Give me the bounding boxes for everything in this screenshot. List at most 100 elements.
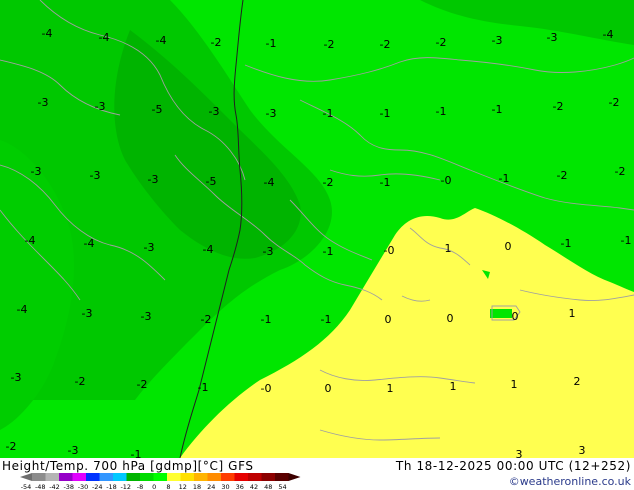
temperature-label: 1 — [511, 378, 518, 391]
temperature-label: -1 — [131, 448, 142, 458]
temperature-label: -1 — [499, 172, 510, 185]
temperature-label: -1 — [380, 176, 391, 189]
scale-arrow-left — [20, 473, 32, 481]
temperature-label: 1 — [450, 380, 457, 393]
temperature-label: -1 — [380, 107, 391, 120]
temperature-label: -5 — [152, 103, 163, 116]
temperature-label: -1 — [266, 37, 277, 50]
temperature-label: -4 — [25, 234, 36, 247]
scale-arrow-right — [288, 473, 301, 481]
temperature-label: -0 — [441, 174, 452, 187]
temperature-label: -1 — [621, 234, 632, 247]
temperature-label: -4 — [42, 27, 53, 40]
temperature-map: -4 -4 -4 -2 -1 -2 -2 -2 -3 -3 -4 -3 -3 -5 -3 -3 -1 -1 -1 -1… — [0, 0, 634, 458]
scale-color-swatch — [113, 473, 127, 481]
temperature-label: -2 — [137, 378, 148, 391]
temperature-label: -2 — [557, 169, 568, 182]
temperature-label: -4 — [84, 237, 95, 250]
scale-color-swatch — [99, 473, 113, 481]
temperature-label: -3 — [95, 100, 106, 113]
temperature-label: -2 — [553, 100, 564, 113]
scale-tick-label: 12 — [179, 483, 187, 490]
temperature-label: 3 — [516, 448, 523, 458]
temperature-label: -3 — [31, 165, 42, 178]
map-title: Height/Temp. 700 hPa [gdmp][°C] GFS — [2, 459, 254, 473]
temperature-label: -4 — [99, 31, 110, 44]
temperature-label: 2 — [574, 375, 581, 388]
temperature-label: -2 — [201, 313, 212, 326]
temperature-label: -5 — [206, 175, 217, 188]
temperature-label: -2 — [324, 38, 335, 51]
scale-tick-label: 24 — [207, 483, 215, 490]
scale-tick-label: -24 — [92, 483, 103, 490]
temperature-label: -1 — [323, 245, 334, 258]
scale-color-swatch — [180, 473, 194, 481]
temperature-label: -3 — [82, 307, 93, 320]
temperature-label: -2 — [323, 176, 334, 189]
scale-color-swatch — [59, 473, 73, 481]
scale-color-swatch — [207, 473, 221, 481]
island-green-spot — [490, 309, 512, 318]
scale-tick-label: 30 — [221, 483, 229, 490]
temperature-label: -4 — [17, 303, 28, 316]
temperature-label: -4 — [264, 176, 275, 189]
scale-color-swatch — [234, 473, 248, 481]
scale-color-swatch — [153, 473, 167, 481]
scale-tick-label: 42 — [250, 483, 258, 490]
scale-color-swatch — [72, 473, 86, 481]
temperature-label: -1 — [198, 381, 209, 394]
temperature-label: -0 — [261, 382, 272, 395]
scale-tick-label: 54 — [278, 483, 286, 490]
temperature-label: -1 — [436, 105, 447, 118]
temperature-label: -2 — [436, 36, 447, 49]
scale-tick-label: 48 — [264, 483, 272, 490]
temperature-label: 0 — [385, 313, 392, 326]
scale-tick-label: -30 — [78, 483, 89, 490]
scale-color-swatch — [167, 473, 181, 481]
temperature-label: -0 — [384, 244, 395, 257]
temperature-label: -3 — [148, 173, 159, 186]
scale-tick-label: -12 — [120, 483, 131, 490]
scale-color-swatch — [86, 473, 100, 481]
scale-tick-label: -38 — [63, 483, 74, 490]
temperature-label: -1 — [492, 103, 503, 116]
scale-color-swatch — [221, 473, 235, 481]
temperature-label: 0 — [505, 240, 512, 253]
temperature-label: -2 — [75, 375, 86, 388]
temperature-label: 1 — [569, 307, 576, 320]
scale-color-swatch — [248, 473, 262, 481]
scale-tick-label: -48 — [35, 483, 46, 490]
temperature-label: -3 — [492, 34, 503, 47]
map-stage: -4 -4 -4 -2 -1 -2 -2 -2 -3 -3 -4 -3 -3 -5 -3 -3 -1 -1 -1 -1… — [0, 0, 634, 490]
temperature-label: 0 — [512, 310, 519, 323]
temperature-label: 3 — [579, 444, 586, 457]
temperature-label: -3 — [68, 444, 79, 457]
temperature-label: -3 — [547, 31, 558, 44]
scale-tick-label: -54 — [21, 483, 32, 490]
temperature-label: -4 — [156, 34, 167, 47]
scale-tick-label: 36 — [236, 483, 244, 490]
scale-color-swatch — [275, 473, 289, 481]
temperature-label: -1 — [323, 107, 334, 120]
temperature-label: -1 — [261, 313, 272, 326]
scale-tick-label: -8 — [137, 483, 143, 490]
temperature-label: 0 — [447, 312, 454, 325]
temperature-label: -4 — [603, 28, 614, 41]
temperature-label: 0 — [325, 382, 332, 395]
scale-tick-label: 18 — [193, 483, 201, 490]
temperature-label: -3 — [90, 169, 101, 182]
scale-tick-label: -42 — [49, 483, 60, 490]
temperature-label: -3 — [266, 107, 277, 120]
scale-tick-label: 0 — [152, 483, 156, 490]
credit-link[interactable]: ©weatheronline.co.uk — [509, 475, 631, 488]
temperature-label: -1 — [321, 313, 332, 326]
temperature-label: -4 — [203, 243, 214, 256]
temperature-label: -1 — [561, 237, 572, 250]
temperature-label: -3 — [11, 371, 22, 384]
temperature-label: -3 — [38, 96, 49, 109]
temperature-label: -3 — [144, 241, 155, 254]
temperature-label: -2 — [380, 38, 391, 51]
scale-color-swatch — [45, 473, 59, 481]
temperature-label: -2 — [211, 36, 222, 49]
scale-color-swatch — [32, 473, 46, 481]
